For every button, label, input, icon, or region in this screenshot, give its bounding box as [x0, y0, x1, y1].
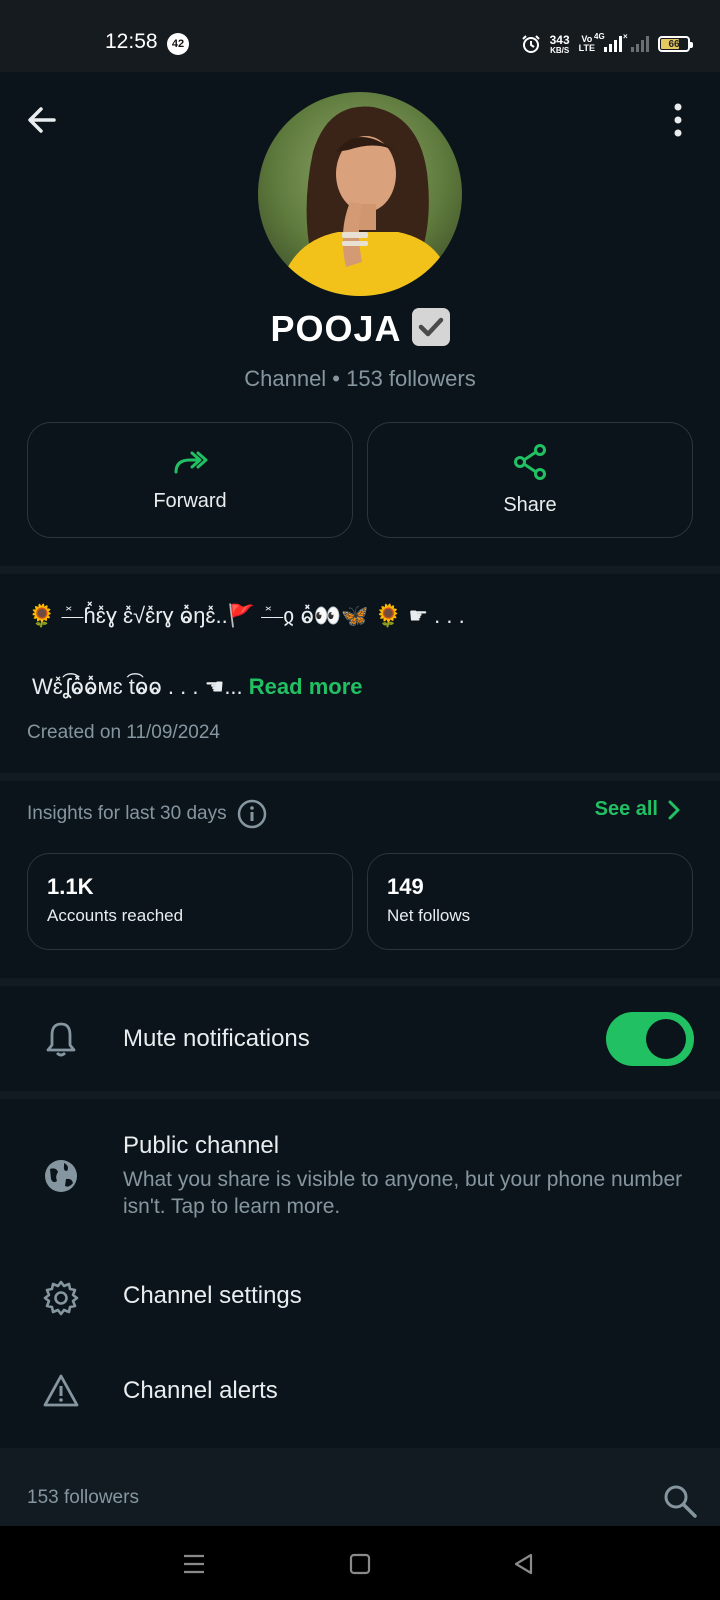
menu-lines-icon	[184, 1554, 204, 1574]
public-channel-description: What you share is visible to anyone, but…	[123, 1168, 683, 1218]
back-nav-button[interactable]	[510, 1550, 538, 1578]
network-speed-unit: KB/S	[550, 45, 570, 55]
alarm-icon	[521, 35, 540, 53]
mute-notifications-label: Mute notifications	[123, 1025, 310, 1052]
notification-count-badge: 42	[167, 33, 189, 55]
channel-name-text: POOJA	[270, 308, 402, 349]
channel-avatar[interactable]	[258, 92, 462, 296]
accounts-reached-value: 1.1K	[47, 874, 94, 899]
sim2-label: ×	[623, 32, 628, 41]
more-options-button[interactable]	[670, 102, 686, 138]
channel-alerts-label: Channel alerts	[123, 1377, 278, 1404]
triangle-back-icon	[514, 1553, 533, 1575]
battery-level: 66	[668, 38, 680, 50]
signal-sim2-icon: ×	[623, 32, 649, 52]
share-icon	[514, 443, 546, 480]
status-time: 12:58	[105, 30, 158, 53]
accounts-reached-caption: Accounts reached	[47, 906, 184, 925]
toggle-knob	[646, 1019, 686, 1059]
section-divider	[0, 978, 720, 986]
back-button[interactable]	[24, 102, 60, 138]
forward-label: Forward	[153, 489, 227, 512]
mute-notifications-toggle[interactable]	[606, 1012, 694, 1066]
home-button[interactable]	[346, 1550, 374, 1578]
read-more-link[interactable]: Read more	[249, 674, 363, 699]
status-indicators: 343 KB/S Vo LTE 4G × 66	[521, 30, 693, 58]
network-type-label: 4G	[594, 32, 605, 41]
volte-line2: LTE	[578, 43, 595, 53]
insights-title: Insights for last 30 days	[27, 799, 267, 829]
channel-description-line2-text: Wɛ̽ʆ͡ⱺ̽ⱺ̽ᴍɛ t͡ⱺⱺ . . . ☚...	[32, 674, 243, 699]
network-speed: 343 KB/S	[550, 34, 570, 55]
section-divider	[0, 1091, 720, 1099]
see-all-insights-button[interactable]: See all	[595, 798, 680, 821]
signal-sim1-icon: 4G	[594, 32, 622, 52]
chevron-right-icon	[668, 800, 680, 819]
battery-icon: 66	[658, 36, 693, 52]
info-icon[interactable]	[237, 799, 267, 829]
public-channel-title: Public channel	[123, 1132, 280, 1159]
section-divider	[0, 566, 720, 574]
verified-check-icon	[411, 308, 450, 346]
see-all-label: See all	[594, 798, 658, 820]
globe-icon	[40, 1155, 82, 1197]
warning-icon	[40, 1370, 82, 1412]
network-speed-value: 343	[549, 32, 570, 47]
net-follows-card[interactable]: 149 Net follows	[367, 853, 693, 950]
channel-name: POOJA	[0, 308, 720, 350]
gear-icon	[40, 1277, 82, 1319]
bell-icon	[40, 1018, 82, 1060]
arrow-left-icon	[28, 107, 56, 133]
volte-indicator: Vo LTE	[579, 35, 595, 53]
created-date: Created on 11/09/2024	[27, 722, 220, 743]
followers-count-label: 153 followers	[27, 1487, 139, 1508]
channel-description-line1: 🌻 ⎯̽⎯ɦ̽ɛ̽ɣ ɛ̽√ɛ̽rɣ ⱺ̽ŋɛ̽..🚩 ⎯̽⎯ჲ ⱺ̽👀🦋 🌻 …	[28, 603, 465, 628]
status-bar: 12:58 42 343 KB/S Vo LTE 4G × 66	[0, 0, 720, 72]
share-button[interactable]: Share	[367, 422, 693, 538]
forward-button[interactable]: Forward	[27, 422, 353, 538]
section-divider	[0, 773, 720, 781]
forward-double-arrow-icon	[174, 451, 208, 473]
net-follows-value: 149	[387, 874, 424, 899]
insights-title-text: Insights for last 30 days	[27, 803, 227, 824]
recents-button[interactable]	[180, 1550, 208, 1578]
accounts-reached-card[interactable]: 1.1K Accounts reached	[27, 853, 353, 950]
channel-meta: Channel • 153 followers	[244, 366, 476, 391]
channel-settings-label: Channel settings	[123, 1282, 302, 1309]
square-icon	[349, 1553, 371, 1575]
search-icon	[664, 1485, 697, 1518]
search-followers-button[interactable]	[662, 1483, 698, 1519]
more-vertical-icon	[674, 103, 682, 137]
net-follows-caption: Net follows	[387, 906, 471, 925]
share-label: Share	[503, 493, 557, 516]
channel-description-line2: Wɛ̽ʆ͡ⱺ̽ⱺ̽ᴍɛ t͡ⱺⱺ . . . ☚... Read more	[32, 674, 363, 700]
profile-photo	[258, 92, 462, 296]
